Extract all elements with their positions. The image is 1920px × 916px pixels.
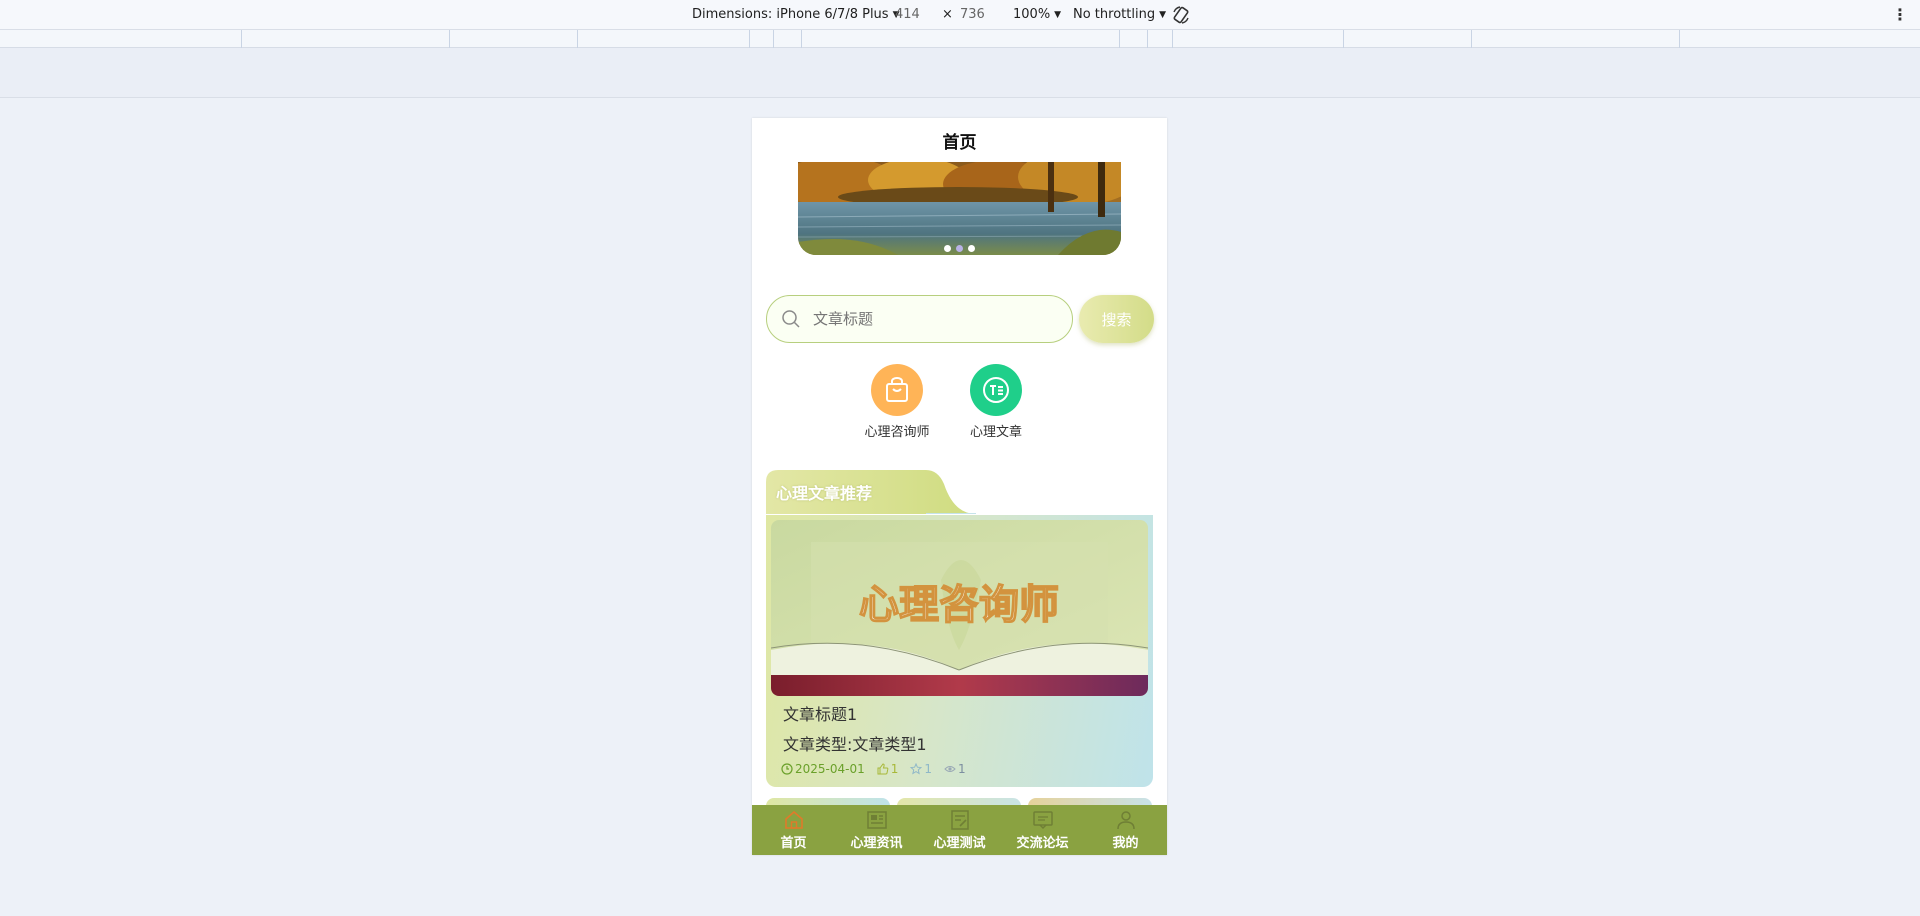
article-type: 文章类型:文章类型1: [783, 735, 927, 754]
category-articles[interactable]: 心理文章: [959, 364, 1033, 440]
tab-home[interactable]: 首页: [752, 805, 835, 855]
chevron-down-icon: ▼: [1054, 9, 1062, 20]
rotate-icon[interactable]: [1171, 5, 1191, 25]
tab-label: 心理资讯: [850, 836, 903, 851]
shopping-bag-icon: [871, 364, 923, 416]
search-bar: [766, 295, 1073, 343]
tab-label: 心理测试: [933, 836, 986, 851]
tab-label: 交流论坛: [1016, 836, 1069, 851]
tab-profile[interactable]: 我的: [1084, 805, 1167, 855]
media-query-ruler: [0, 30, 1920, 48]
news-icon: [866, 811, 887, 829]
article-card[interactable]: 心理咨询师 文章标题1 文章类型:文章类型1 2025-04-01 1 1 1: [766, 515, 1153, 787]
page-title: 首页: [942, 133, 977, 153]
device-width-input[interactable]: 414: [895, 7, 920, 22]
banner-carousel[interactable]: [798, 162, 1121, 255]
device-dimensions-label: Dimensions: iPhone 6/7/8 Plus: [692, 7, 889, 22]
thumbs-up-icon[interactable]: [877, 763, 889, 775]
article-date: 2025-04-01: [795, 762, 865, 776]
cover-text: 心理咨询师: [859, 582, 1059, 628]
tab-test[interactable]: 心理测试: [918, 805, 1001, 855]
search-icon: [782, 310, 800, 328]
dimension-separator: ×: [942, 7, 953, 22]
category-label: 心理咨询师: [864, 425, 930, 440]
carousel-indicators: [798, 241, 1121, 255]
throttle-selector[interactable]: No throttling ▼: [1073, 7, 1166, 22]
article-cover-image: 心理咨询师: [771, 520, 1148, 696]
tab-label: 我的: [1112, 836, 1139, 851]
carousel-dot[interactable]: [956, 244, 963, 252]
like-count: 1: [890, 762, 899, 776]
article-title: 文章标题1: [783, 705, 858, 724]
clock-icon: [781, 763, 793, 775]
bottom-tab-bar: 首页 心理资讯 心理测试 交流论坛 我的: [752, 805, 1167, 855]
throttle-label: No throttling: [1073, 7, 1156, 22]
devtools-device-toolbar: Dimensions: iPhone 6/7/8 Plus ▼ 414 × 73…: [0, 0, 1920, 30]
more-options-icon[interactable]: ⋮: [1892, 6, 1908, 24]
tab-forum[interactable]: 交流论坛: [1001, 805, 1084, 855]
zoom-selector[interactable]: 100% ▼: [1013, 7, 1061, 22]
chevron-down-icon: ▼: [1159, 9, 1166, 20]
category-counselor[interactable]: 心理咨询师: [860, 364, 934, 440]
eye-icon: [944, 766, 956, 772]
tab-news[interactable]: 心理资讯: [835, 805, 918, 855]
carousel-dot[interactable]: [944, 244, 951, 252]
forum-icon: [1032, 811, 1053, 830]
category-label: 心理文章: [969, 425, 1022, 440]
search-input[interactable]: [813, 310, 1033, 328]
view-count: 1: [958, 762, 966, 776]
tab-label: 首页: [780, 836, 807, 851]
favorite-count: 1: [924, 762, 933, 776]
search-button[interactable]: 搜索: [1079, 295, 1154, 343]
device-height-input[interactable]: 736: [960, 7, 985, 22]
star-icon[interactable]: [910, 763, 923, 775]
toolbar-spacer: [0, 48, 1920, 98]
recommend-section-header: 心理文章推荐: [766, 470, 976, 514]
device-selector[interactable]: Dimensions: iPhone 6/7/8 Plus ▼: [692, 7, 900, 22]
section-title: 心理文章推荐: [776, 484, 873, 503]
article-text-icon: [970, 364, 1022, 416]
home-icon: [784, 810, 803, 829]
test-icon: [950, 810, 969, 830]
mobile-viewport: 首页 文章标题 搜索 心理咨询师 心理文章 心理文章推荐 心理咨询师 文章标题1…: [752, 118, 1167, 855]
article-meta: 2025-04-01 1 1 1: [781, 762, 978, 776]
carousel-dot[interactable]: [968, 244, 975, 252]
user-icon: [1116, 811, 1135, 830]
zoom-label: 100%: [1013, 7, 1051, 22]
